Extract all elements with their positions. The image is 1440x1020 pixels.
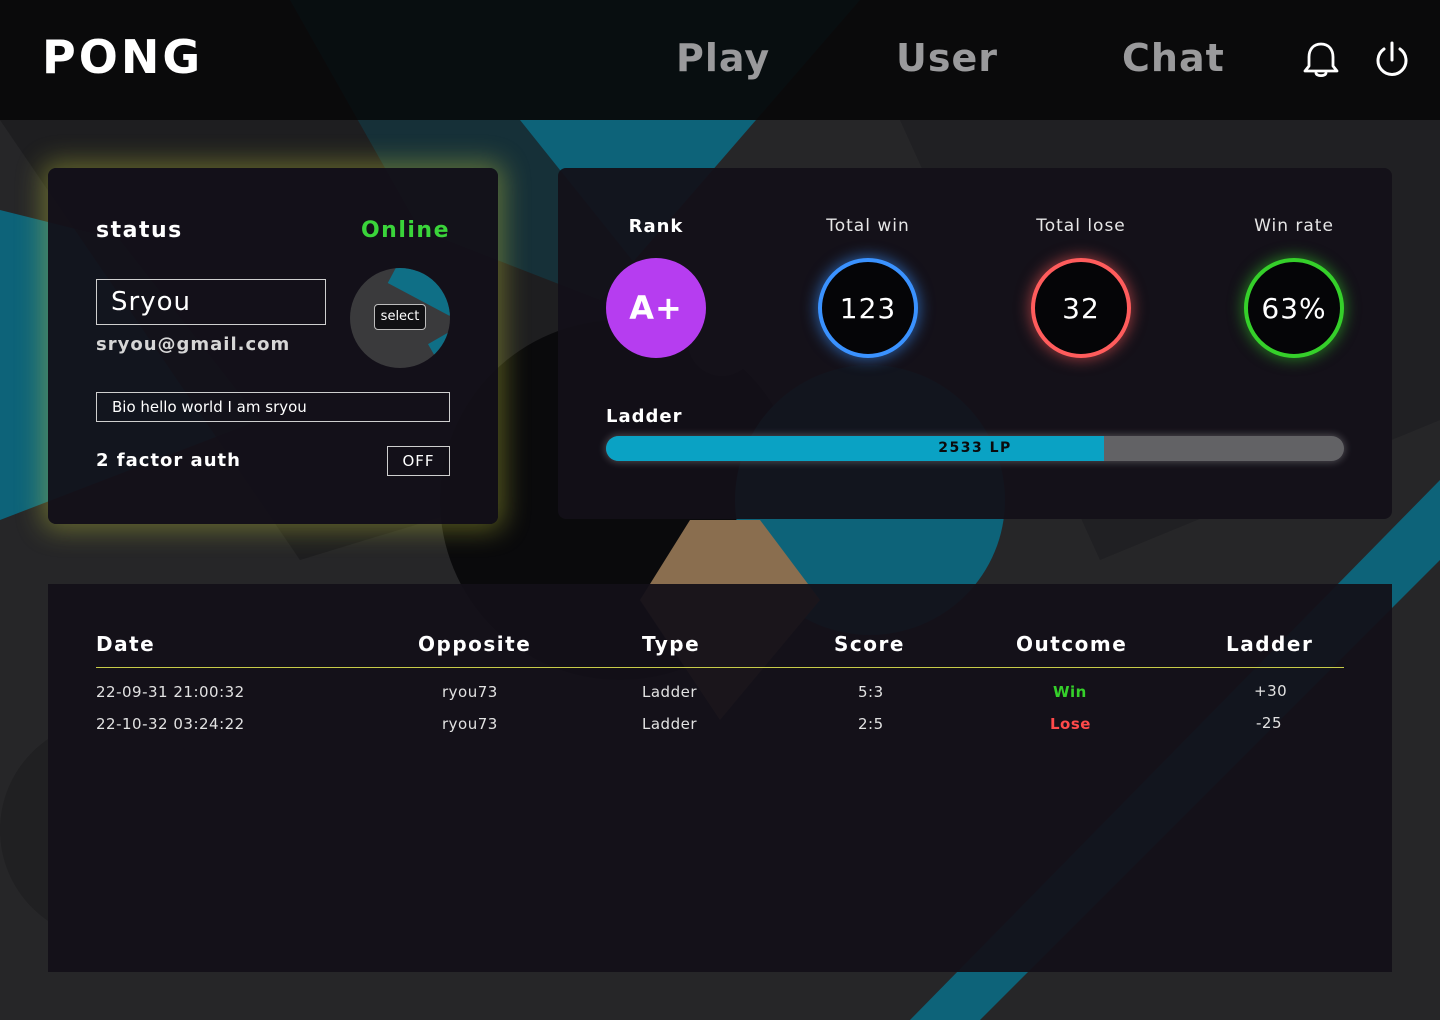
nav-user[interactable]: User [896, 36, 998, 80]
nav-play[interactable]: Play [676, 36, 770, 80]
cell-outcome: Win [1053, 683, 1087, 701]
cell-outcome: Lose [1050, 715, 1091, 733]
column-header-date: Date [96, 632, 156, 656]
status-value: Online [360, 218, 450, 243]
cell-ladder: -25 [1256, 714, 1282, 732]
cell-type: Ladder [642, 683, 697, 701]
profile-card: status Online sryou@gmail.com select 2 f… [48, 168, 498, 524]
power-icon[interactable] [1372, 40, 1412, 80]
username-input[interactable] [96, 279, 326, 325]
column-header-score: Score [834, 632, 905, 656]
bell-icon[interactable] [1301, 40, 1341, 80]
two-factor-label: 2 factor auth [96, 450, 241, 471]
nav-chat[interactable]: Chat [1122, 36, 1225, 80]
cell-score: 5:3 [858, 683, 884, 701]
cell-opposite: ryou73 [442, 683, 498, 701]
stats-card: Rank A+ Total win 123 Total lose 32 Win … [558, 168, 1392, 519]
cell-ladder: +30 [1254, 682, 1288, 700]
table-header-divider [96, 667, 1344, 668]
total-lose-label: Total lose [1036, 216, 1126, 236]
email-text: sryou@gmail.com [96, 334, 291, 355]
column-header-ladder: Ladder [1226, 632, 1314, 656]
status-label: status [96, 218, 183, 243]
app-logo[interactable]: PONG [42, 30, 203, 84]
cell-type: Ladder [642, 715, 697, 733]
match-history-table: Date Opposite Type Score Outcome Ladder … [48, 584, 1392, 972]
column-header-opposite: Opposite [418, 632, 532, 656]
win-rate-ring: 63% [1244, 258, 1344, 358]
cell-date: 22-09-31 21:00:32 [96, 683, 245, 701]
column-header-outcome: Outcome [1016, 632, 1128, 656]
rank-badge: A+ [606, 258, 706, 358]
cell-score: 2:5 [858, 715, 884, 733]
total-win-ring: 123 [818, 258, 918, 358]
top-nav-bar: PONG Play User Chat [0, 0, 1440, 120]
win-rate-label: Win rate [1254, 216, 1334, 236]
total-lose-ring: 32 [1031, 258, 1131, 358]
bio-input[interactable] [96, 392, 450, 422]
cell-opposite: ryou73 [442, 715, 498, 733]
avatar-artwork-accent [428, 329, 450, 368]
ladder-points: 2533 LP [938, 440, 1012, 456]
two-factor-toggle[interactable]: OFF [387, 446, 450, 476]
ladder-progress-bar: 2533 LP [606, 436, 1344, 461]
ladder-label: Ladder [606, 406, 683, 427]
total-win-label: Total win [826, 216, 910, 236]
avatar-select-button[interactable]: select [374, 304, 426, 330]
cell-date: 22-10-32 03:24:22 [96, 715, 245, 733]
rank-label: Rank [628, 216, 684, 237]
column-header-type: Type [642, 632, 701, 656]
